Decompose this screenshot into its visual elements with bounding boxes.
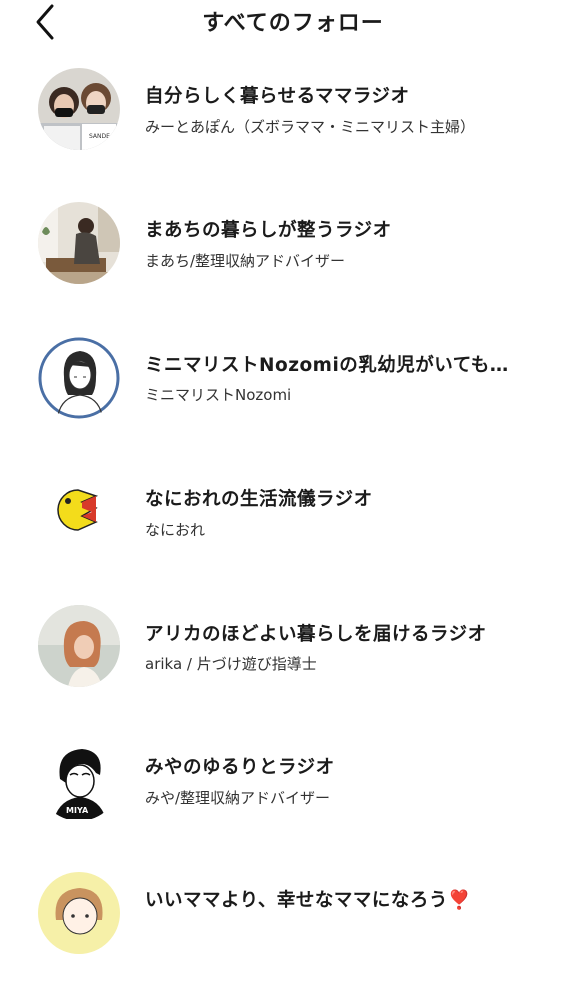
avatar — [38, 605, 120, 687]
channel-name: 自分らしく暮らせるママラジオ — [145, 86, 410, 107]
follow-item[interactable]: いいママより、幸せなママになろう❣️ — [0, 866, 586, 986]
follow-item[interactable]: まあちの暮らしが整うラジオ まあち/整理収納アドバイザー — [0, 196, 586, 316]
svg-text:MIYA: MIYA — [66, 806, 89, 815]
channel-author: arika / 片づけ遊び指導士 — [145, 655, 317, 673]
channel-author: みや/整理収納アドバイザー — [145, 789, 331, 807]
page-title: すべてのフォロー — [202, 11, 384, 36]
channel-name: ミニマリストNozomiの乳幼児がいても… — [145, 355, 509, 376]
avatar — [38, 337, 120, 419]
channel-name: みやのゆるりとラジオ — [145, 757, 335, 778]
heart-emoji-icon: ❣️ — [447, 890, 472, 911]
follow-item[interactable]: アリカのほどよい暮らしを届けるラジオ arika / 片づけ遊び指導士 — [0, 603, 586, 723]
follow-item[interactable]: ミニマリストNozomiの乳幼児がいても… ミニマリストNozomi — [0, 333, 586, 453]
follow-item[interactable]: SANDE 自分らしく暮らせるママラジオ みーとあぽん（ズボラママ・ミニマリスト… — [0, 62, 586, 182]
follow-item[interactable]: MIYA みやのゆるりとラジオ みや/整理収納アドバイザー — [0, 737, 586, 857]
avatar: SANDE — [38, 68, 120, 150]
channel-name-text: いいママより、幸せなママになろう — [145, 890, 448, 911]
header-bar: すべてのフォロー — [0, 0, 586, 46]
avatar: MIYA — [38, 739, 120, 821]
avatar — [38, 872, 120, 954]
svg-text:SANDE: SANDE — [89, 133, 110, 140]
channel-author: みーとあぽん（ズボラママ・ミニマリスト主婦） — [145, 118, 476, 136]
channel-name: なにおれの生活流儀ラジオ — [145, 489, 373, 510]
channel-author: ミニマリストNozomi — [145, 386, 292, 404]
avatar — [38, 202, 120, 284]
follow-item[interactable]: なにおれの生活流儀ラジオ なにおれ — [0, 468, 586, 588]
avatar — [38, 468, 120, 550]
channel-name: いいママより、幸せなママになろう❣️ — [145, 886, 545, 912]
channel-name: まあちの暮らしが整うラジオ — [145, 220, 392, 241]
channel-author: まあち/整理収納アドバイザー — [145, 252, 346, 270]
channel-name: アリカのほどよい暮らしを届けるラジオ — [145, 624, 487, 645]
channel-author: なにおれ — [145, 521, 206, 539]
